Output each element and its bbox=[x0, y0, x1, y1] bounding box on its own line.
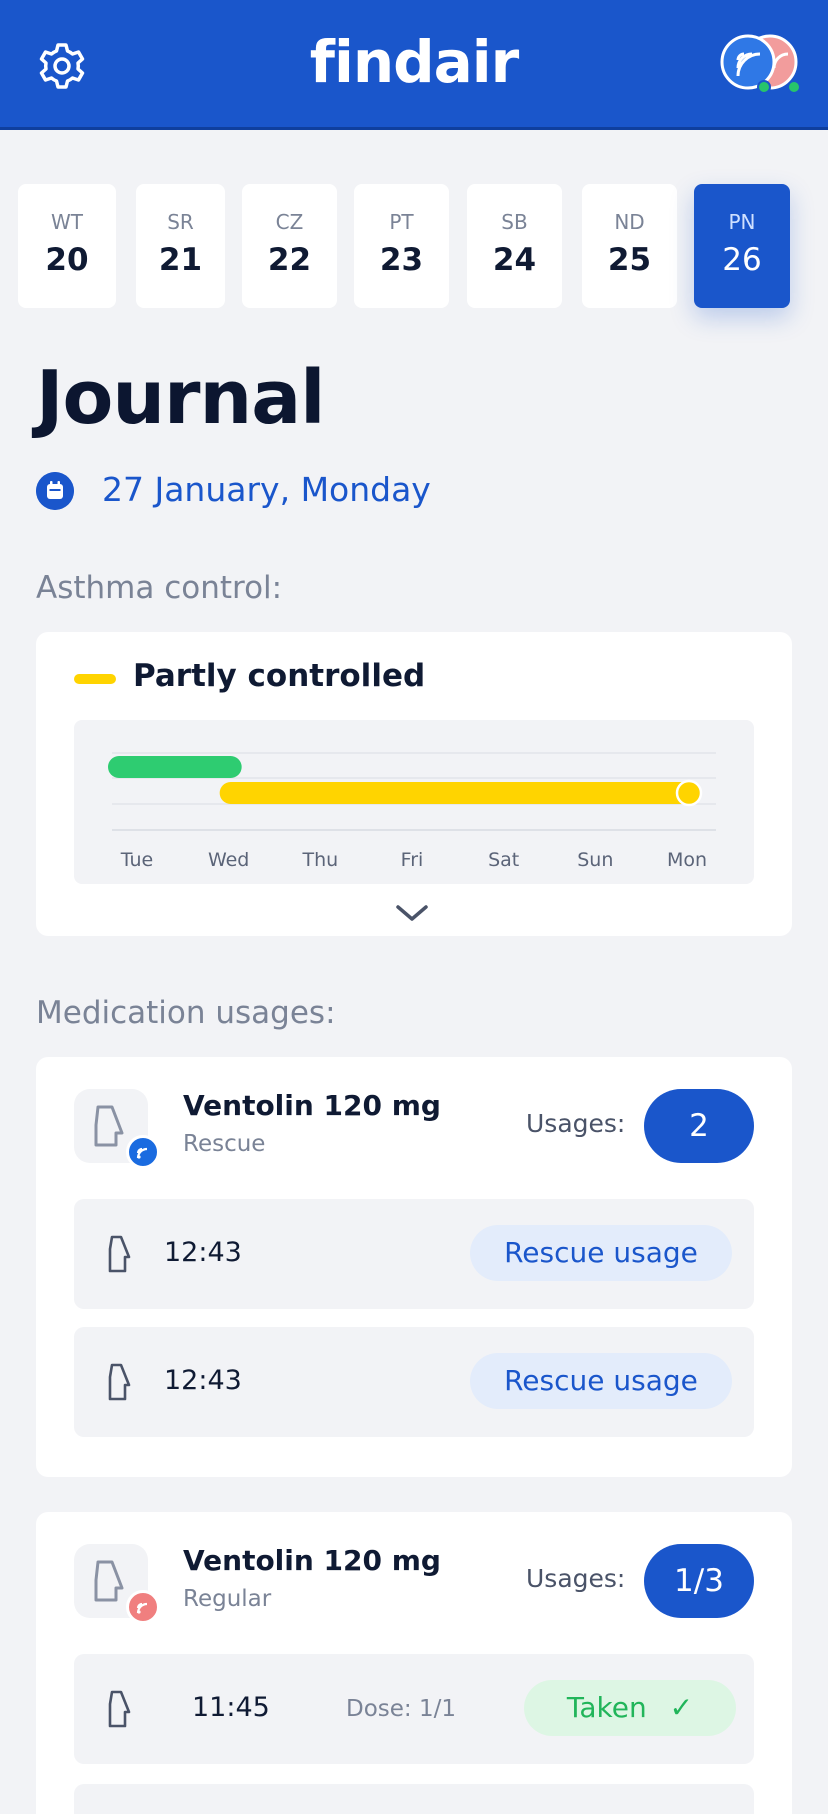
x-tick-label: Thu bbox=[301, 849, 338, 871]
day-name: ND bbox=[614, 210, 645, 234]
day-name: SB bbox=[501, 210, 528, 234]
inhaler-icon bbox=[108, 1690, 131, 1728]
taken-label: Taken bbox=[566, 1691, 647, 1724]
day-number: 23 bbox=[379, 242, 424, 278]
week-date-strip: WT 20 SR 21 CZ 22 PT 23 SB 24 ND 25 PN 2… bbox=[0, 184, 828, 308]
asthma-chart-svg: Tue Wed Thu Fri Sat Sun Mon bbox=[108, 752, 716, 871]
medication-card-regular: Ventolin 120 mg Regular Usages: 1/3 11:4… bbox=[36, 1512, 792, 1814]
asthma-control-label: Asthma control: bbox=[36, 570, 283, 606]
usage-time: 12:43 bbox=[164, 1365, 242, 1396]
day-number: 25 bbox=[607, 242, 652, 278]
usages-count-badge: 1/3 bbox=[644, 1544, 754, 1618]
checkmark-icon: ✓ bbox=[669, 1691, 694, 1724]
page-title: Journal bbox=[36, 355, 326, 441]
asthma-control-card: Partly controlled Tue Wed Thu Fri Sat Sun Mon bbox=[36, 632, 792, 936]
day-number: 24 bbox=[492, 242, 537, 278]
day-tab-25[interactable]: ND 25 bbox=[582, 184, 677, 308]
usage-row[interactable]: 12:43 Rescue usage bbox=[74, 1327, 754, 1437]
day-number: 22 bbox=[267, 242, 312, 278]
x-tick-label: Fri bbox=[401, 849, 424, 871]
day-number: 21 bbox=[158, 242, 203, 278]
day-tab-23[interactable]: PT 23 bbox=[354, 184, 449, 308]
medication-name: Ventolin 120 mg bbox=[183, 1544, 441, 1577]
chevron-down-icon[interactable] bbox=[394, 902, 430, 924]
day-tab-21[interactable]: SR 21 bbox=[136, 184, 225, 308]
day-tab-20[interactable]: WT 20 bbox=[18, 184, 116, 308]
day-name: PT bbox=[389, 210, 414, 234]
usage-row[interactable]: 12:43 Rescue usage bbox=[74, 1199, 754, 1309]
day-number: 20 bbox=[45, 242, 89, 278]
inhaler-icon bbox=[108, 1235, 131, 1273]
day-tab-22[interactable]: CZ 22 bbox=[242, 184, 337, 308]
usage-row[interactable]: 11:45 Dose: 1/1 Taken ✓ bbox=[74, 1654, 754, 1764]
day-name: SR bbox=[167, 210, 194, 234]
day-name: WT bbox=[51, 210, 83, 234]
calendar-icon bbox=[36, 472, 74, 510]
medication-card-rescue: Ventolin 120 mg Rescue Usages: 2 12:43 R… bbox=[36, 1057, 792, 1477]
inhaler-icon bbox=[108, 1363, 131, 1401]
usages-label: Usages: bbox=[526, 1564, 626, 1593]
regular-sensor-badge-icon bbox=[126, 1590, 160, 1624]
status-color-indicator bbox=[74, 674, 116, 684]
usages-label: Usages: bbox=[526, 1109, 626, 1138]
usages-count-badge: 2 bbox=[644, 1089, 754, 1163]
day-tab-24[interactable]: SB 24 bbox=[467, 184, 562, 308]
day-name: CZ bbox=[275, 210, 304, 234]
x-tick-label: Mon bbox=[667, 849, 707, 871]
usage-time: 11:45 bbox=[192, 1692, 270, 1723]
x-tick-label: Sat bbox=[488, 849, 519, 871]
asthma-control-chart: Tue Wed Thu Fri Sat Sun Mon bbox=[74, 720, 754, 884]
current-point-marker bbox=[675, 779, 703, 807]
medication-type: Rescue bbox=[183, 1131, 266, 1157]
medication-type: Regular bbox=[183, 1586, 272, 1612]
x-tick-label: Sun bbox=[577, 849, 613, 871]
connected-inhalers-icon[interactable] bbox=[714, 32, 808, 98]
x-tick-label: Tue bbox=[120, 849, 153, 871]
taken-status-tag: Taken ✓ bbox=[524, 1680, 736, 1736]
day-name: PN bbox=[728, 210, 756, 234]
usage-row-partial[interactable] bbox=[74, 1784, 754, 1814]
findair-logo: findair bbox=[309, 28, 520, 96]
day-number: 26 bbox=[722, 242, 762, 278]
rescue-sensor-badge-icon bbox=[126, 1135, 160, 1169]
rescue-usage-tag: Rescue usage bbox=[470, 1225, 732, 1281]
dose-info: Dose: 1/1 bbox=[346, 1696, 456, 1722]
rescue-usage-tag: Rescue usage bbox=[470, 1353, 732, 1409]
selected-date: 27 January, Monday bbox=[102, 470, 431, 509]
medication-name: Ventolin 120 mg bbox=[183, 1089, 441, 1122]
x-tick-label: Wed bbox=[208, 849, 249, 871]
app-header: findair bbox=[0, 0, 828, 130]
day-tab-26-selected[interactable]: PN 26 bbox=[694, 184, 790, 308]
medication-usages-label: Medication usages: bbox=[36, 995, 336, 1031]
usage-time: 12:43 bbox=[164, 1237, 242, 1268]
asthma-status: Partly controlled bbox=[133, 658, 426, 694]
